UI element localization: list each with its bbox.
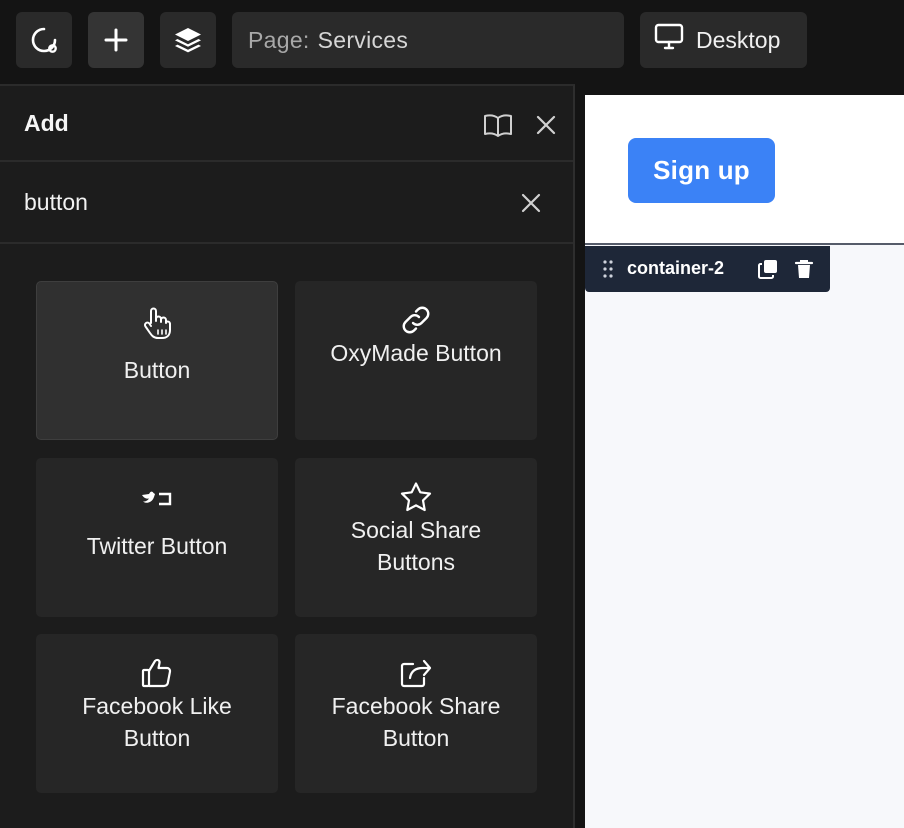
logo-button[interactable] (16, 12, 72, 68)
card-label: OxyMade Button (330, 340, 502, 366)
card-label: Button (123, 357, 191, 383)
signup-button[interactable]: Sign up (628, 138, 775, 203)
plus-icon (103, 27, 129, 53)
canvas-section[interactable]: Sign up (585, 95, 904, 245)
link-icon (396, 303, 436, 337)
element-card-facebook-like-button[interactable]: Facebook Like Button (36, 634, 278, 793)
search-clear-icon[interactable] (516, 188, 546, 218)
add-panel: Add button Button OxyMade Button Twitter… (0, 84, 575, 828)
monitor-icon (654, 23, 696, 57)
page-selector[interactable]: Page: Services (232, 12, 624, 68)
page-selector-name: Services (317, 26, 409, 53)
oxygen-logo-icon (29, 25, 59, 55)
add-panel-header: Add (0, 86, 573, 162)
panel-title: Add (24, 110, 69, 136)
canvas-preview[interactable]: Sign up container-2 (585, 95, 904, 828)
trash-icon[interactable] (794, 258, 814, 285)
book-icon[interactable] (483, 110, 513, 140)
selected-element-name: container-2 (627, 258, 725, 278)
share-icon (396, 656, 436, 690)
star-icon (396, 480, 436, 514)
element-card-button[interactable]: Button (36, 281, 278, 440)
page-selector-prefix: Page: (248, 26, 310, 53)
layers-icon (173, 25, 203, 55)
card-label: Facebook Like Button (82, 693, 232, 751)
thumbs-up-icon (137, 656, 177, 690)
element-card-twitter-button[interactable]: Twitter Button (36, 458, 278, 617)
element-card-facebook-share-button[interactable]: Facebook Share Button (295, 634, 537, 793)
search-row (0, 162, 573, 244)
card-label: Social Share Buttons (350, 517, 482, 575)
card-label: Facebook Share Button (331, 693, 501, 751)
duplicate-icon[interactable] (757, 258, 779, 285)
builder-app: Page: Services Desktop Add button Button… (0, 0, 904, 828)
card-label: Twitter Button (86, 533, 228, 559)
device-label: Desktop (696, 26, 781, 53)
pointer-hand-icon (137, 306, 177, 340)
close-icon[interactable] (531, 110, 561, 140)
structure-button[interactable] (160, 12, 216, 68)
device-selector[interactable]: Desktop (640, 12, 807, 68)
twitter-button-icon (137, 482, 177, 516)
element-card-oxymade-button[interactable]: OxyMade Button (295, 281, 537, 440)
selected-element-toolbar: container-2 (585, 246, 830, 292)
drag-handle-icon[interactable] (603, 260, 613, 283)
add-elements-button[interactable] (88, 12, 144, 68)
top-toolbar: Page: Services Desktop (0, 0, 904, 84)
search-input[interactable] (24, 182, 494, 222)
element-card-social-share-buttons[interactable]: Social Share Buttons (295, 458, 537, 617)
